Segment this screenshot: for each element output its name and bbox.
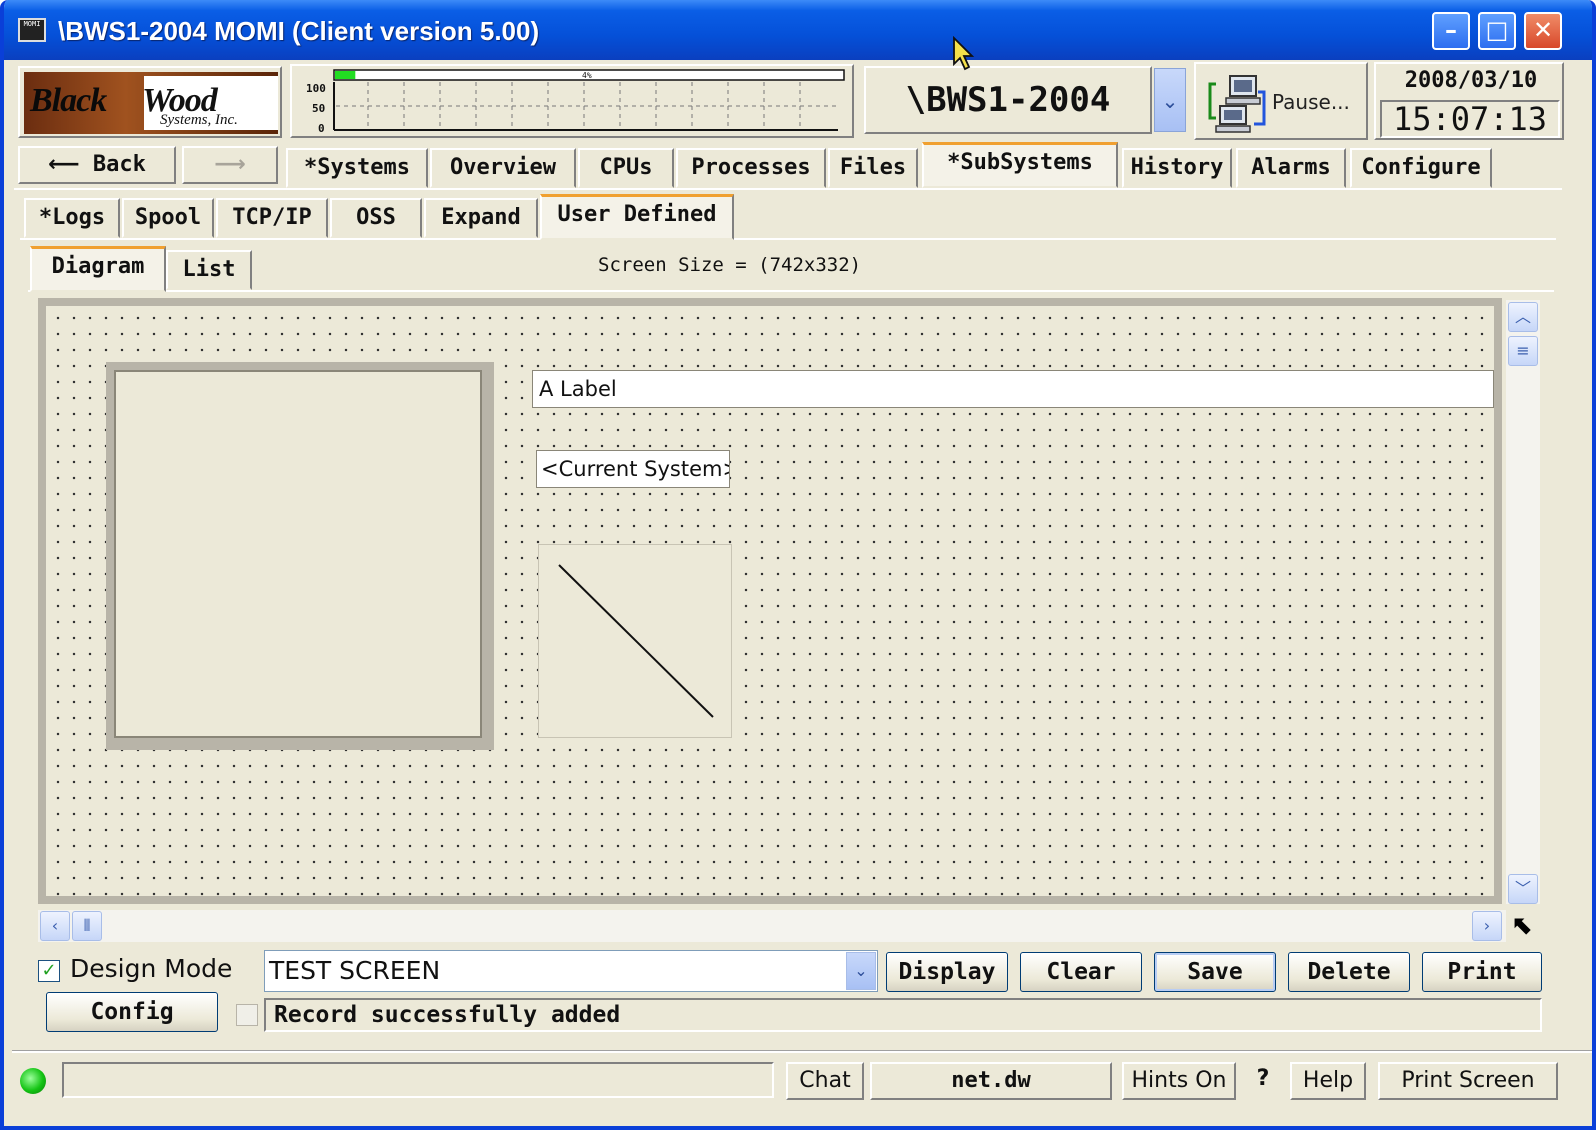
logo-subtitle: Systems, Inc.: [160, 112, 238, 128]
maximize-icon[interactable]: □: [1478, 12, 1516, 50]
forward-button[interactable]: ⟶: [182, 146, 278, 184]
help-button[interactable]: Help: [1290, 1062, 1366, 1100]
mouse-cursor-icon: [953, 36, 975, 71]
resize-grip-arrow-icon[interactable]: ⬉: [1506, 910, 1540, 942]
chevron-down-icon[interactable]: ⌄: [846, 952, 876, 990]
vertical-scrollbar[interactable]: ︿ ≡ ﹀: [1506, 300, 1540, 904]
gauge-tick-0: 0: [318, 122, 325, 135]
back-label: Back: [92, 152, 146, 177]
save-button[interactable]: Save: [1154, 952, 1276, 992]
app-window: MOMI \BWS1-2004 MOMI (Client version 5.0…: [0, 0, 1596, 1130]
tab-alarms[interactable]: Alarms: [1236, 148, 1346, 188]
title-bar[interactable]: MOMI \BWS1-2004 MOMI (Client version 5.0…: [4, 0, 1592, 60]
design-mode-label: Design Mode: [70, 954, 233, 983]
design-mode-checkbox[interactable]: ✓: [38, 960, 60, 982]
tab-diagram[interactable]: Diagram: [30, 246, 166, 292]
user-name-field[interactable]: net.dw: [870, 1062, 1112, 1100]
tab-oss[interactable]: OSS: [330, 198, 422, 238]
horizontal-scrollbar[interactable]: ‹ ⦀ ›: [38, 910, 1506, 942]
status-text-field: [62, 1062, 774, 1098]
tab-files[interactable]: Files: [828, 148, 918, 188]
tab-history[interactable]: History: [1122, 148, 1232, 188]
busy-bar-fill: [335, 71, 356, 79]
window-title: \BWS1-2004 MOMI (Client version 5.00): [58, 16, 540, 46]
datetime-panel: 2008/03/10 15:07:13: [1374, 62, 1564, 140]
tab-configure[interactable]: Configure: [1350, 148, 1492, 188]
pause-label: Pause...: [1272, 90, 1350, 114]
current-system-widget[interactable]: <Current System>: [536, 450, 730, 488]
back-arrow-icon: ⟵: [48, 152, 80, 177]
tab-expand[interactable]: Expand: [424, 198, 538, 238]
delete-button[interactable]: Delete: [1288, 952, 1410, 992]
clear-button[interactable]: Clear: [1020, 952, 1142, 992]
tab-user-defined[interactable]: User Defined: [540, 194, 734, 240]
group-box-widget[interactable]: [106, 362, 494, 750]
current-time: 15:07:13: [1392, 100, 1548, 138]
scroll-up-icon[interactable]: ︿: [1508, 302, 1538, 332]
minimize-icon[interactable]: –: [1432, 12, 1470, 50]
current-date: 2008/03/10: [1404, 68, 1538, 93]
screen-select[interactable]: TEST SCREEN ⌄: [264, 950, 878, 992]
close-icon[interactable]: ✕: [1524, 12, 1562, 50]
gauge-tick-50: 50: [312, 102, 325, 115]
back-button[interactable]: ⟵ Back: [18, 146, 176, 184]
label-widget[interactable]: A Label: [532, 370, 1494, 408]
hints-toggle-button[interactable]: Hints On: [1122, 1062, 1236, 1100]
question-icon[interactable]: ?: [1248, 1062, 1278, 1100]
tab-cpus[interactable]: CPUs: [578, 148, 674, 188]
busy-percent-label: 4%: [582, 71, 592, 80]
line-widget[interactable]: [538, 544, 732, 738]
gauge-tick-100: 100: [306, 82, 326, 95]
scroll-left-icon[interactable]: ‹: [40, 911, 70, 941]
tab-subsystems[interactable]: *SubSystems: [922, 142, 1118, 188]
diagram-canvas-frame: A Label <Current System>: [38, 298, 1502, 904]
tab-overview[interactable]: Overview: [430, 148, 576, 188]
diagonal-line-shape: [558, 564, 714, 718]
app-icon[interactable]: MOMI: [18, 18, 46, 42]
tab-systems[interactable]: *Systems: [286, 148, 428, 188]
status-message: Record successfully added: [264, 998, 1542, 1032]
print-screen-button[interactable]: Print Screen: [1378, 1062, 1558, 1100]
screen-select-value: TEST SCREEN: [269, 956, 441, 985]
scroll-down-icon[interactable]: ﹀: [1508, 874, 1538, 904]
system-name-box[interactable]: \BWS1-2004: [864, 66, 1152, 134]
status-checkbox[interactable]: [236, 1004, 258, 1026]
scroll-right-icon[interactable]: ›: [1472, 911, 1502, 941]
vertical-scroll-thumb[interactable]: ≡: [1508, 336, 1538, 366]
system-dropdown-chevron-icon[interactable]: ⌄: [1154, 68, 1186, 132]
chat-button[interactable]: Chat: [786, 1062, 864, 1100]
tab-tcpip[interactable]: TCP/IP: [216, 198, 328, 238]
pause-button[interactable]: Pause...: [1194, 62, 1368, 140]
diagram-canvas[interactable]: A Label <Current System>: [46, 306, 1494, 896]
cpu-busy-gauge: 100 50 0 4%: [290, 64, 854, 138]
connection-status-led-icon: [20, 1068, 46, 1094]
display-button[interactable]: Display: [886, 952, 1008, 992]
logo-word-black: Black: [30, 82, 107, 119]
forward-arrow-icon: ⟶: [214, 152, 246, 177]
horizontal-scroll-thumb[interactable]: ⦀: [72, 911, 102, 941]
screen-size-label: Screen Size = (742x332): [598, 254, 862, 276]
blackwood-logo: Black Wood Systems, Inc.: [18, 66, 282, 138]
config-button[interactable]: Config: [46, 992, 218, 1032]
time-field: 15:07:13: [1380, 100, 1560, 138]
tab-list[interactable]: List: [166, 250, 252, 290]
print-button[interactable]: Print: [1422, 952, 1542, 992]
network-computers-icon: [1208, 75, 1266, 133]
tab-spool[interactable]: Spool: [122, 198, 214, 238]
tab-logs[interactable]: *Logs: [24, 198, 120, 238]
tab-processes[interactable]: Processes: [676, 148, 826, 188]
